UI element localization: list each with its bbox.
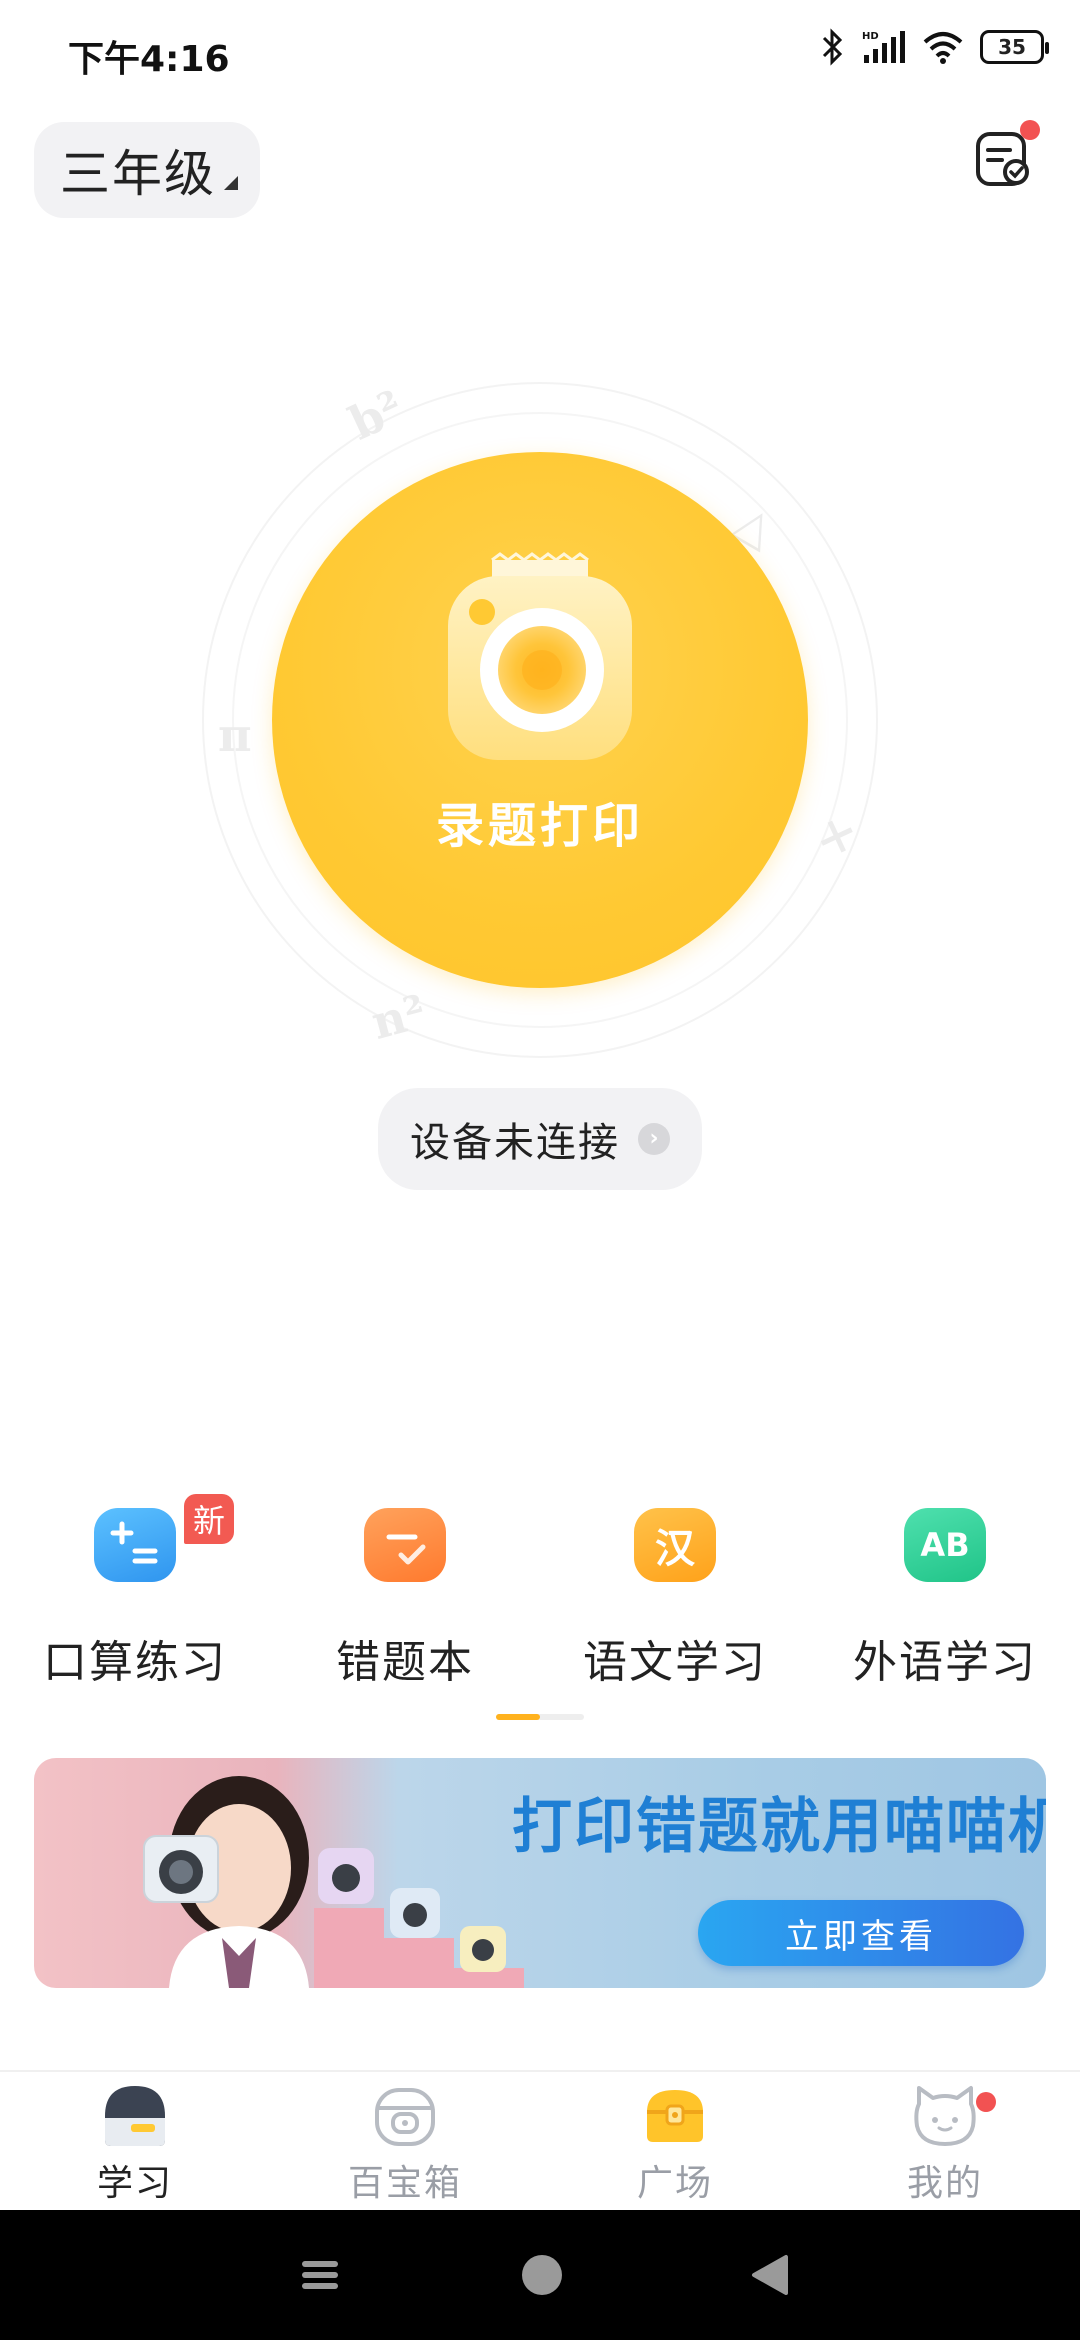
menu-icon (302, 2261, 338, 2289)
feature-mistakes-notebook[interactable]: 错题本 (270, 1500, 540, 1690)
capture-print-button[interactable]: 录题打印 (272, 452, 808, 988)
page-indicator (496, 1714, 584, 1720)
device-connection-button[interactable]: 设备未连接 › (378, 1088, 702, 1190)
nav-item-profile[interactable]: 我的 (810, 2082, 1080, 2212)
mistakes-notebook-icon (364, 1508, 446, 1582)
status-time: 下午4:16 (68, 39, 230, 80)
promo-banner[interactable]: 打印错题就用喵喵机 立即查看 (34, 1758, 1046, 1988)
toolbox-icon (375, 2088, 435, 2146)
nav-label: 广场 (636, 2163, 713, 2204)
pi-decoration: π (218, 708, 252, 762)
page-indicator-active (496, 1714, 540, 1720)
feature-label: 外语学习 (853, 1637, 1037, 1688)
plus-equals-glyph (110, 1521, 158, 1564)
status-bar: 下午4:16 HD 35 (0, 0, 1080, 100)
app-screen: 下午4:16 HD 35 三年级 b² △ π × n² 录题打印 设备未连接 … (0, 0, 1080, 2340)
grade-selector[interactable]: 三年级 (34, 122, 260, 218)
camera-icon (448, 552, 632, 760)
profile-cat-icon (914, 2086, 976, 2146)
feature-arithmetic[interactable]: 新 口算练习 (0, 1494, 270, 1690)
nav-item-plaza[interactable]: 广场 (540, 2082, 810, 2212)
feature-label: 错题本 (336, 1637, 474, 1688)
chevron-right-icon: › (638, 1123, 670, 1155)
feature-chinese[interactable]: 汉 语文学习 (540, 1500, 810, 1690)
feature-label: 语文学习 (583, 1637, 767, 1688)
menu-button[interactable] (290, 2210, 350, 2340)
caret-down-icon (224, 176, 238, 190)
new-badge: 新 (184, 1494, 234, 1544)
study-icon (105, 2086, 165, 2146)
nav-item-study[interactable]: 学习 (0, 2082, 270, 2212)
nav-item-toolbox[interactable]: 百宝箱 (270, 2082, 540, 2212)
chinese-icon: 汉 (634, 1508, 716, 1582)
nav-label: 学习 (96, 2163, 173, 2204)
device-status-label: 设备未连接 (410, 1120, 620, 1166)
bottom-nav: 学习 百宝箱 广场 我的 (0, 2070, 1080, 2210)
feature-foreign-language[interactable]: AB 外语学习 (810, 1500, 1080, 1690)
capture-label: 录题打印 (435, 798, 644, 854)
wifi-icon (923, 32, 963, 64)
check-minus-glyph (386, 1534, 426, 1565)
banner-cta-button[interactable]: 立即查看 (698, 1900, 1024, 1966)
banner-title: 打印错题就用喵喵机 (512, 1793, 1046, 1860)
back-triangle-icon (752, 2255, 788, 2295)
system-nav-bar (0, 2210, 1080, 2340)
foreign-language-icon: AB (904, 1508, 986, 1582)
feature-label: 口算练习 (43, 1637, 227, 1688)
task-checklist-button[interactable] (972, 120, 1040, 190)
status-icons: HD 35 (820, 28, 1049, 66)
arithmetic-icon (94, 1508, 176, 1582)
home-button[interactable] (512, 2210, 572, 2340)
bluetooth-icon (822, 28, 843, 66)
grade-label: 三年级 (60, 145, 216, 203)
nav-label: 百宝箱 (347, 2163, 462, 2204)
notification-dot (976, 2092, 996, 2112)
signal-icon: HD (862, 31, 905, 63)
notification-dot (1020, 120, 1040, 140)
svg-text:HD: HD (862, 31, 879, 42)
back-button[interactable] (740, 2210, 800, 2340)
home-circle-icon (522, 2255, 562, 2295)
plaza-icon (647, 2090, 703, 2142)
feature-grid: 新 口算练习 错题本 汉 语文学习 AB 外语学习 (0, 1494, 1080, 1700)
nav-label: 我的 (906, 2163, 983, 2204)
battery-indicator: 35 (980, 30, 1049, 64)
